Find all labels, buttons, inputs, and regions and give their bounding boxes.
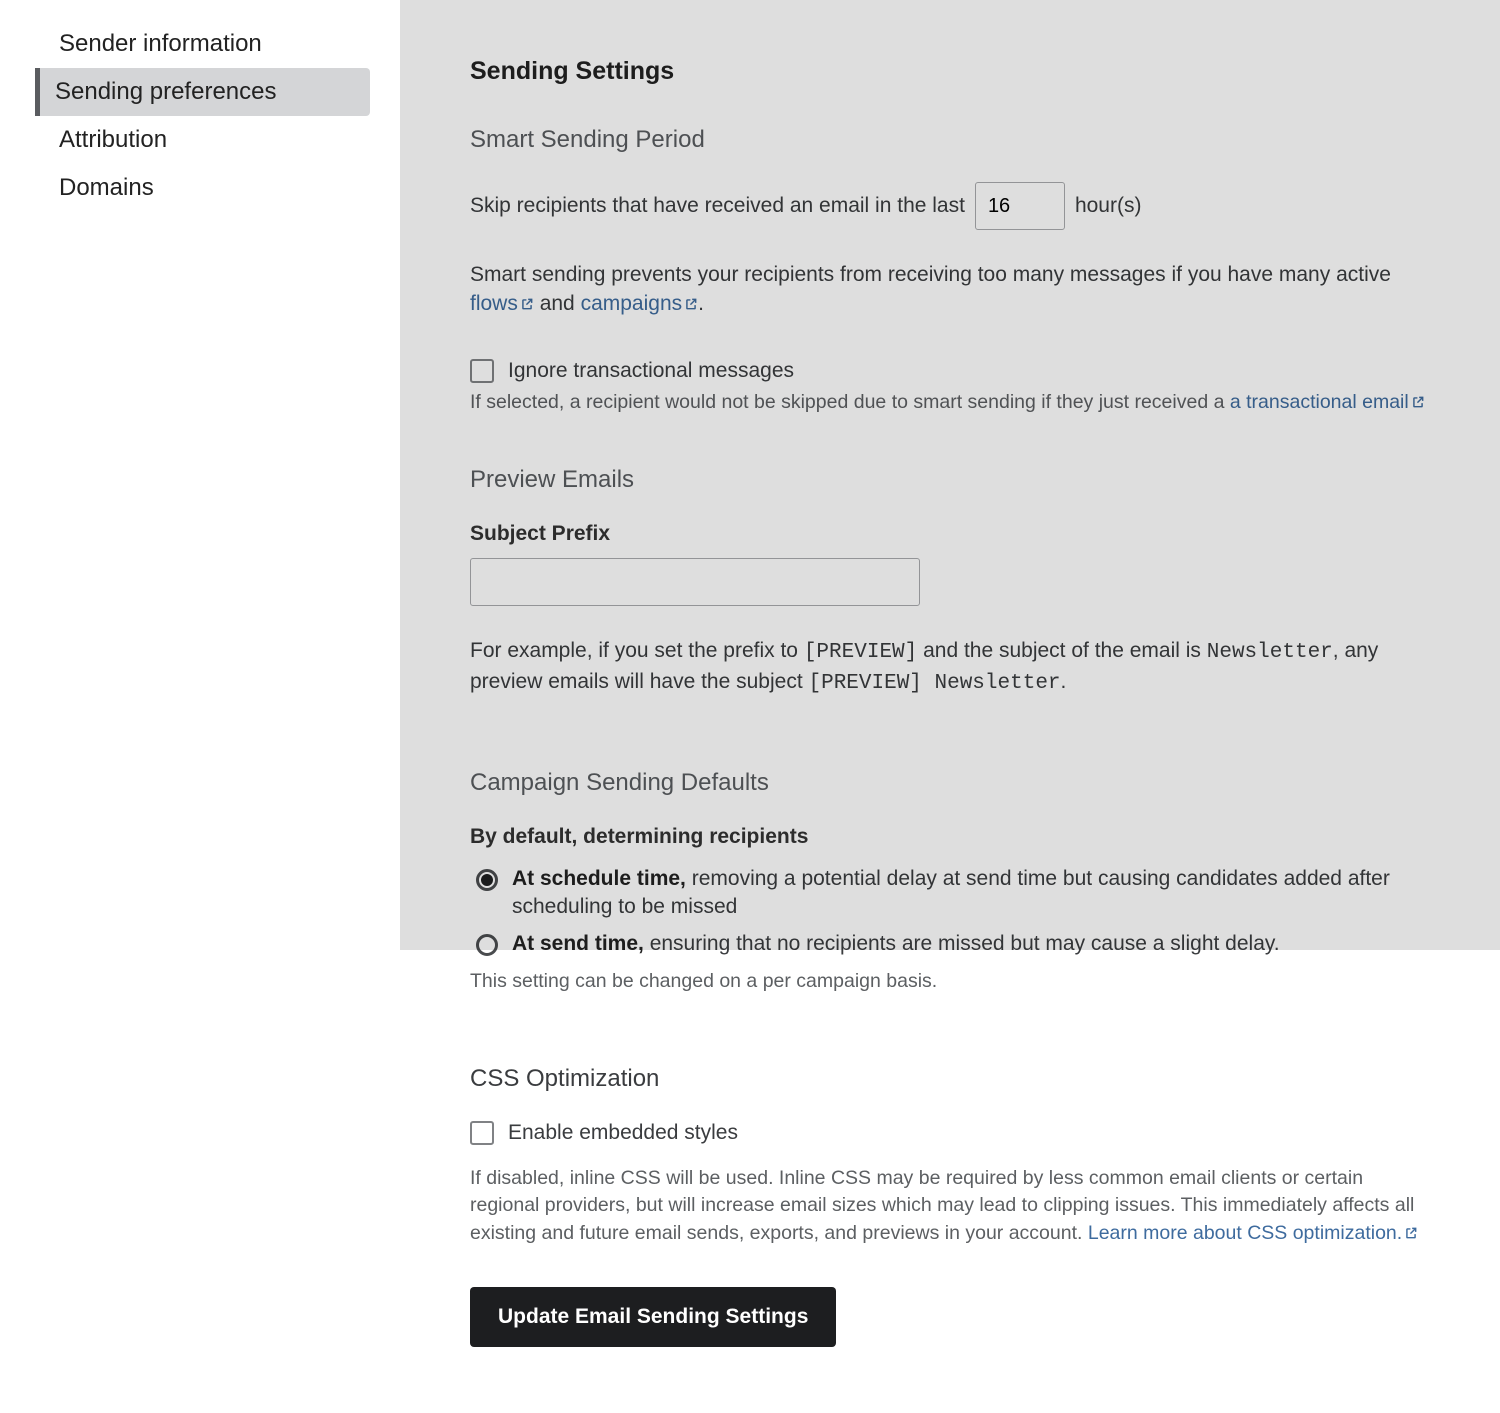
preview-emails-heading: Preview Emails bbox=[470, 466, 1430, 494]
subject-prefix-input[interactable] bbox=[470, 558, 920, 606]
enable-embedded-styles-row: Enable embedded styles bbox=[470, 1121, 1430, 1145]
sidebar-item-sending-preferences[interactable]: Sending preferences bbox=[35, 68, 370, 116]
external-link-icon bbox=[520, 297, 534, 311]
css-optimization-helper: If disabled, inline CSS will be used. In… bbox=[470, 1165, 1430, 1247]
campaigns-link[interactable]: campaigns bbox=[581, 292, 699, 315]
external-link-icon bbox=[684, 297, 698, 311]
sidebar-item-label: Attribution bbox=[59, 126, 167, 153]
sidebar-item-label: Domains bbox=[59, 174, 154, 201]
external-link-icon bbox=[1404, 1226, 1418, 1240]
smart-sending-row: Skip recipients that have received an em… bbox=[470, 182, 1430, 230]
update-settings-button[interactable]: Update Email Sending Settings bbox=[470, 1287, 836, 1347]
radio-send-time[interactable] bbox=[476, 934, 498, 956]
enable-embedded-styles-checkbox[interactable] bbox=[470, 1121, 494, 1145]
subject-prefix-label: Subject Prefix bbox=[470, 522, 1430, 546]
skip-text-after: hour(s) bbox=[1075, 194, 1142, 218]
ignore-transactional-label: Ignore transactional messages bbox=[508, 359, 794, 383]
skip-text-before: Skip recipients that have received an em… bbox=[470, 194, 965, 218]
external-link-icon bbox=[1411, 395, 1425, 409]
ignore-transactional-row: Ignore transactional messages bbox=[470, 359, 1430, 383]
sending-settings-panel: Sending Settings Smart Sending Period Sk… bbox=[435, 22, 1465, 1030]
smart-sending-hours-input[interactable] bbox=[975, 182, 1065, 230]
main-content: Sending Settings Smart Sending Period Sk… bbox=[400, 0, 1500, 1310]
recipients-timing-radio-group: At schedule time, removing a potential d… bbox=[470, 865, 1430, 958]
preview-example-text: For example, if you set the prefix to [P… bbox=[470, 636, 1430, 699]
ignore-transactional-helper: If selected, a recipient would not be sk… bbox=[470, 389, 1430, 416]
campaign-defaults-heading: Campaign Sending Defaults bbox=[470, 769, 1430, 797]
settings-sidebar: Sender information Sending preferences A… bbox=[0, 0, 400, 1310]
flows-link[interactable]: flows bbox=[470, 292, 534, 315]
radio-schedule-time[interactable] bbox=[476, 869, 498, 891]
sidebar-item-label: Sender information bbox=[59, 30, 262, 57]
sidebar-item-domains[interactable]: Domains bbox=[35, 164, 370, 212]
enable-embedded-styles-label: Enable embedded styles bbox=[508, 1121, 738, 1145]
css-optimization-heading: CSS Optimization bbox=[470, 1065, 1430, 1093]
smart-sending-description: Smart sending prevents your recipients f… bbox=[470, 260, 1430, 319]
sidebar-item-sender-information[interactable]: Sender information bbox=[35, 20, 370, 68]
ignore-transactional-checkbox[interactable] bbox=[470, 359, 494, 383]
by-default-label: By default, determining recipients bbox=[470, 825, 1430, 849]
css-optimization-section: CSS Optimization Enable embedded styles … bbox=[435, 1030, 1465, 1382]
page-title: Sending Settings bbox=[470, 57, 1430, 86]
campaign-defaults-note: This setting can be changed on a per cam… bbox=[470, 968, 1430, 995]
radio-option-schedule-time[interactable]: At schedule time, removing a potential d… bbox=[470, 865, 1430, 922]
radio-option-send-time[interactable]: At send time, ensuring that no recipient… bbox=[470, 930, 1430, 958]
sidebar-item-label: Sending preferences bbox=[55, 78, 276, 105]
smart-sending-heading: Smart Sending Period bbox=[470, 126, 1430, 154]
css-optimization-link[interactable]: Learn more about CSS optimization. bbox=[1088, 1222, 1418, 1244]
transactional-email-link[interactable]: a transactional email bbox=[1230, 391, 1425, 413]
sidebar-item-attribution[interactable]: Attribution bbox=[35, 116, 370, 164]
